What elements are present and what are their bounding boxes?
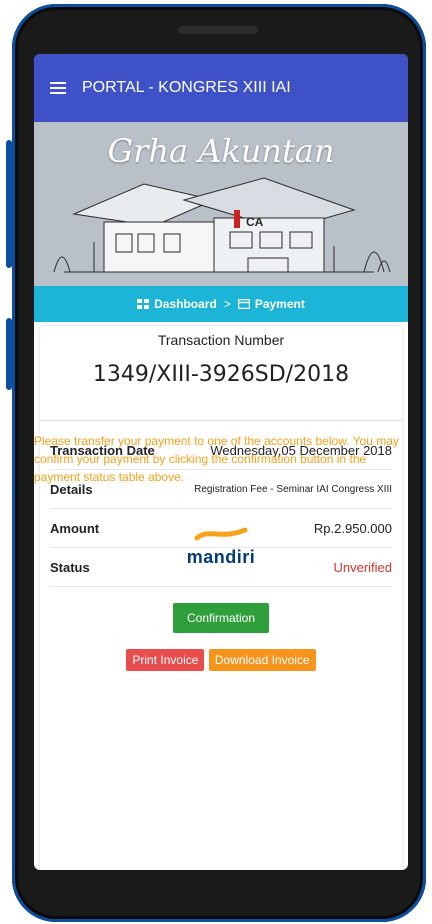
bank-name: mandiri [186, 547, 256, 567]
payment-notice: Please transfer your payment to one of t… [34, 434, 399, 484]
phone-speaker [178, 26, 258, 34]
banner: CA Grha Akuntan [34, 122, 408, 286]
breadcrumb-separator: > [223, 297, 231, 311]
breadcrumb-dashboard[interactable]: Dashboard [154, 297, 217, 311]
payment-card: Transaction Number 1349/XIII-3926SD/2018… [40, 326, 402, 870]
transaction-header: Transaction Number 1349/XIII-3926SD/2018 [40, 326, 402, 421]
svg-text:CA: CA [246, 215, 264, 229]
app-bar: PORTAL - KONGRES XIII IAI [34, 54, 408, 122]
breadcrumb-payment: Payment [254, 297, 305, 311]
menu-icon[interactable] [50, 82, 66, 94]
confirmation-button[interactable]: Confirmation [172, 603, 270, 633]
mandiri-wave-icon [194, 527, 248, 541]
app-title: PORTAL - KONGRES XIII IAI [82, 79, 291, 96]
transaction-number: 1349/XIII-3926SD/2018 [92, 362, 350, 387]
dashboard-icon [137, 299, 150, 309]
bank-logo: mandiri [34, 526, 408, 568]
banner-title: Grha Akuntan [107, 132, 335, 170]
breadcrumb: Dashboard > Payment [34, 286, 408, 322]
invoice-actions: Print Invoice Download Invoice [40, 649, 402, 671]
card-icon [237, 299, 250, 309]
transaction-number-label: Transaction Number [157, 332, 285, 348]
app-screen: PORTAL - KONGRES XIII IAI CA Grha Akunta… [34, 54, 408, 870]
download-invoice-button[interactable]: Download Invoice [208, 649, 316, 671]
confirm-wrap: Confirmation [40, 603, 402, 633]
phone-side-button [6, 140, 12, 268]
print-invoice-button[interactable]: Print Invoice [126, 649, 205, 671]
phone-side-button [6, 318, 12, 390]
phone-bottom-bezel [34, 870, 408, 914]
